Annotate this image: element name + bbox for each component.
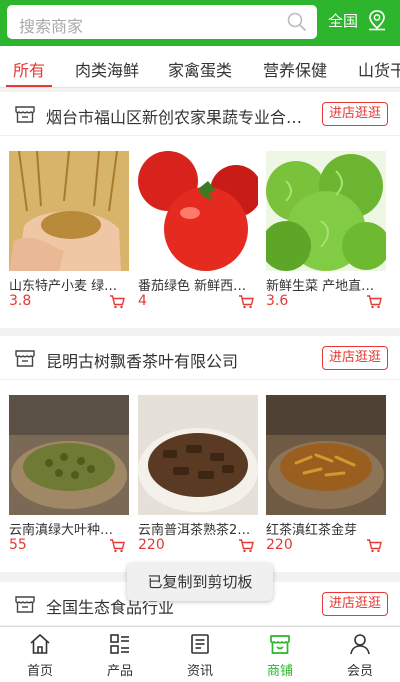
shop-card: 烟台市福山区新创农家果蔬专业合… 进店逛逛 山东特产小麦 绿… 3.8 番茄绿色… xyxy=(0,92,400,328)
product-image-lettuce[interactable] xyxy=(266,151,386,271)
product-name[interactable]: 红茶滇红茶金芽 xyxy=(266,519,384,538)
product-price: 220 xyxy=(138,537,165,553)
search-input[interactable]: 搜索商家 xyxy=(19,13,83,37)
search-icon[interactable] xyxy=(287,12,307,32)
nav-member[interactable]: 会员 xyxy=(320,627,400,682)
visit-shop-button[interactable]: 进店逛逛 xyxy=(322,592,388,616)
product-name[interactable]: 云南滇绿大叶种… xyxy=(9,519,127,538)
tab-mountain-goods[interactable]: 山货干 xyxy=(358,57,400,81)
toast-message: 已复制到剪切板 xyxy=(127,563,273,601)
bottom-nav: 首页 产品 资讯 商铺 会员 xyxy=(0,626,400,682)
nav-label: 商铺 xyxy=(266,664,293,679)
category-tabs: 所有 肉类海鲜 家禽蛋类 营养保健 山货干 xyxy=(0,46,400,88)
nav-label: 资讯 xyxy=(186,664,213,679)
tab-nutrition[interactable]: 营养保健 xyxy=(263,57,327,81)
top-header: 搜索商家 全国 xyxy=(0,0,400,46)
tab-meat-seafood[interactable]: 肉类海鲜 xyxy=(75,57,139,81)
nav-products[interactable]: 产品 xyxy=(80,627,160,682)
visit-shop-button[interactable]: 进店逛逛 xyxy=(322,346,388,370)
product-price: 3.8 xyxy=(9,293,32,309)
shop-icon xyxy=(15,106,35,123)
product-name[interactable]: 新鲜生菜 产地直… xyxy=(266,275,384,294)
cart-icon[interactable] xyxy=(366,539,382,553)
region-label[interactable]: 全国 xyxy=(328,10,358,31)
cart-icon[interactable] xyxy=(366,295,382,309)
product-price: 220 xyxy=(266,537,293,553)
product-image-black-tea[interactable] xyxy=(266,395,386,515)
shop-name[interactable]: 昆明古树飘香茶叶有限公司 xyxy=(46,348,314,372)
product-image-green-tea[interactable] xyxy=(9,395,129,515)
nav-stores[interactable]: 商铺 xyxy=(240,627,320,682)
shop-icon xyxy=(15,350,35,367)
location-pin-icon[interactable] xyxy=(367,9,387,31)
product-name[interactable]: 山东特产小麦 绿… xyxy=(9,275,127,294)
product-name[interactable]: 番茄绿色 新鲜西… xyxy=(138,275,256,294)
shop-name[interactable]: 烟台市福山区新创农家果蔬专业合… xyxy=(46,104,314,128)
nav-home[interactable]: 首页 xyxy=(0,627,80,682)
active-tab-indicator xyxy=(6,85,52,87)
tab-all[interactable]: 所有 xyxy=(13,57,45,81)
shop-icon xyxy=(15,596,35,613)
cart-icon[interactable] xyxy=(238,295,254,309)
nav-news[interactable]: 资讯 xyxy=(160,627,240,682)
visit-shop-button[interactable]: 进店逛逛 xyxy=(322,102,388,126)
cart-icon[interactable] xyxy=(238,539,254,553)
product-name[interactable]: 云南普洱茶熟茶2… xyxy=(138,519,256,538)
home-icon xyxy=(30,633,50,654)
product-price: 55 xyxy=(9,537,27,553)
products-icon xyxy=(110,634,129,654)
nav-label: 首页 xyxy=(26,664,53,679)
nav-label: 产品 xyxy=(106,664,133,679)
search-box[interactable]: 搜索商家 xyxy=(7,5,317,39)
product-image-wheat[interactable] xyxy=(9,151,129,271)
shop-card: 昆明古树飘香茶叶有限公司 进店逛逛 云南滇绿大叶种… 55 云南普洱茶熟茶2… … xyxy=(0,336,400,572)
product-image-tomato[interactable] xyxy=(138,151,258,271)
store-icon xyxy=(270,635,290,654)
shop-header[interactable]: 昆明古树飘香茶叶有限公司 进店逛逛 xyxy=(0,336,400,380)
product-price: 4 xyxy=(138,293,147,309)
product-image-puer-tea[interactable] xyxy=(138,395,258,515)
news-icon xyxy=(191,634,209,654)
user-icon xyxy=(350,634,370,655)
cart-icon[interactable] xyxy=(109,539,125,553)
tab-poultry-eggs[interactable]: 家禽蛋类 xyxy=(168,57,232,81)
nav-label: 会员 xyxy=(346,664,373,679)
cart-icon[interactable] xyxy=(109,295,125,309)
shop-header[interactable]: 烟台市福山区新创农家果蔬专业合… 进店逛逛 xyxy=(0,92,400,136)
product-price: 3.6 xyxy=(266,293,289,309)
